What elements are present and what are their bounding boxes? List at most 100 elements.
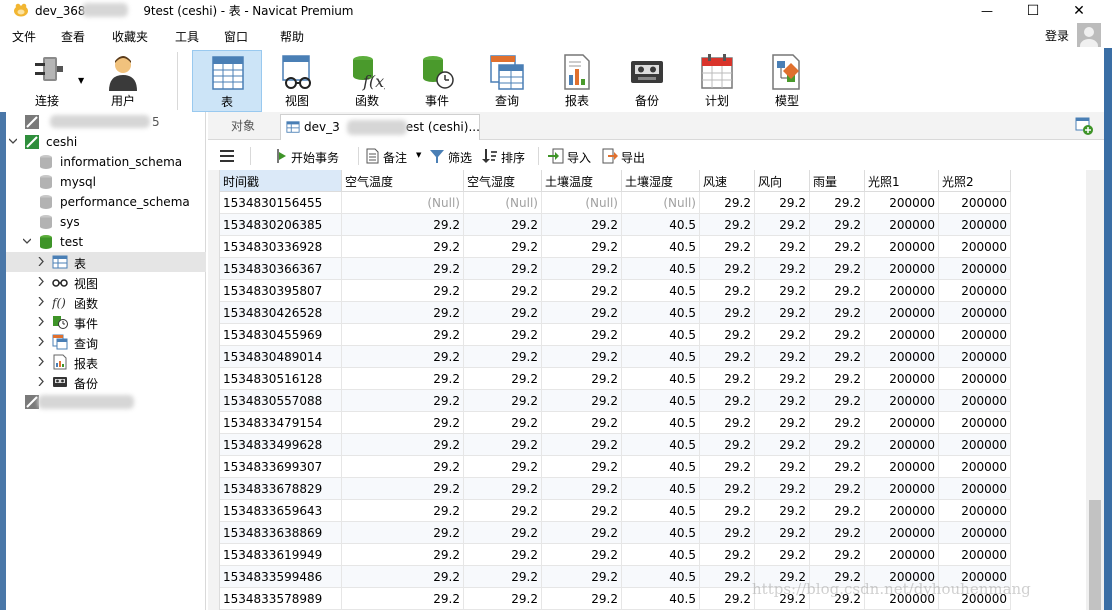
table-cell[interactable]: 40.5 bbox=[622, 544, 700, 566]
table-cell[interactable]: 29.2 bbox=[342, 566, 464, 588]
table-row[interactable]: 1534833599486 29.2 29.2 29.2 40.5 29.2 29.2 29.… bbox=[220, 566, 1011, 588]
table-cell[interactable]: 200000 bbox=[939, 566, 1011, 588]
menu-favorites[interactable]: 收藏夹 bbox=[112, 28, 148, 45]
table-cell[interactable]: 29.2 bbox=[542, 390, 622, 412]
column-header[interactable]: 时间戳 bbox=[220, 170, 342, 192]
table-cell[interactable]: 200000 bbox=[939, 192, 1011, 214]
table-cell[interactable]: 29.2 bbox=[755, 522, 810, 544]
column-header[interactable]: 土壤湿度 bbox=[622, 170, 700, 192]
table-cell[interactable]: 29.2 bbox=[464, 280, 542, 302]
table-cell[interactable]: 29.2 bbox=[464, 324, 542, 346]
table-cell[interactable]: 1534830489014 bbox=[220, 346, 342, 368]
table-cell[interactable]: 29.2 bbox=[755, 258, 810, 280]
table-cell[interactable]: 29.2 bbox=[700, 324, 755, 346]
begin-transaction-button[interactable]: 开始事务 bbox=[272, 147, 352, 165]
table-cell[interactable]: 29.2 bbox=[464, 478, 542, 500]
table-cell[interactable]: 1534830395807 bbox=[220, 280, 342, 302]
table-cell[interactable]: 1534833499628 bbox=[220, 434, 342, 456]
tree-node-queries[interactable]: 查询 bbox=[6, 332, 206, 352]
chevron-right-icon[interactable] bbox=[37, 297, 45, 306]
table-cell[interactable]: (Null) bbox=[464, 192, 542, 214]
table-cell[interactable]: 29.2 bbox=[755, 434, 810, 456]
table-cell[interactable]: 29.2 bbox=[700, 280, 755, 302]
table-cell[interactable]: 29.2 bbox=[464, 346, 542, 368]
tree-node-backups[interactable]: 备份 bbox=[6, 372, 206, 392]
avatar[interactable] bbox=[1077, 23, 1101, 47]
table-cell[interactable]: 1534833578989 bbox=[220, 588, 342, 610]
table-cell[interactable]: 29.2 bbox=[700, 500, 755, 522]
table-cell[interactable]: 200000 bbox=[865, 302, 939, 324]
table-cell[interactable]: 1534830557088 bbox=[220, 390, 342, 412]
table-cell[interactable]: 29.2 bbox=[700, 456, 755, 478]
table-cell[interactable]: 29.2 bbox=[810, 236, 865, 258]
toolbar-table-button[interactable]: 表 bbox=[192, 50, 262, 112]
table-cell[interactable]: 1534830156455 bbox=[220, 192, 342, 214]
table-cell[interactable]: 29.2 bbox=[700, 566, 755, 588]
table-cell[interactable]: 29.2 bbox=[810, 588, 865, 610]
table-cell[interactable]: 29.2 bbox=[700, 588, 755, 610]
table-cell[interactable]: 200000 bbox=[865, 412, 939, 434]
table-row[interactable]: 1534830336928 29.2 29.2 29.2 40.5 29.2 29.2 29.… bbox=[220, 236, 1011, 258]
table-cell[interactable]: 40.5 bbox=[622, 522, 700, 544]
table-cell[interactable]: 29.2 bbox=[464, 456, 542, 478]
table-cell[interactable]: 29.2 bbox=[342, 346, 464, 368]
table-cell[interactable]: 29.2 bbox=[700, 478, 755, 500]
tree-db-test[interactable]: test bbox=[6, 232, 206, 252]
table-cell[interactable]: 29.2 bbox=[810, 566, 865, 588]
tree-db-mysql[interactable]: mysql bbox=[6, 172, 206, 192]
tree-node-views[interactable]: 视图 bbox=[6, 272, 206, 292]
table-cell[interactable]: 200000 bbox=[865, 214, 939, 236]
table-cell[interactable]: 1534833619949 bbox=[220, 544, 342, 566]
table-cell[interactable]: 40.5 bbox=[622, 500, 700, 522]
table-cell[interactable]: 29.2 bbox=[700, 192, 755, 214]
table-cell[interactable]: 200000 bbox=[865, 390, 939, 412]
table-cell[interactable]: 29.2 bbox=[464, 522, 542, 544]
table-cell[interactable]: 40.5 bbox=[622, 324, 700, 346]
table-cell[interactable]: 29.2 bbox=[755, 478, 810, 500]
table-cell[interactable]: 29.2 bbox=[700, 302, 755, 324]
toolbar-user-button[interactable]: 用户 bbox=[88, 50, 158, 112]
table-cell[interactable]: 40.5 bbox=[622, 412, 700, 434]
tree-node-events[interactable]: 事件 bbox=[6, 312, 206, 332]
table-cell[interactable]: 29.2 bbox=[755, 588, 810, 610]
minimize-button[interactable]: — bbox=[964, 0, 1010, 22]
table-cell[interactable]: 40.5 bbox=[622, 236, 700, 258]
import-button[interactable]: 导入 bbox=[548, 147, 596, 165]
table-cell[interactable]: 29.2 bbox=[755, 368, 810, 390]
table-cell[interactable]: 29.2 bbox=[342, 280, 464, 302]
table-cell[interactable]: 29.2 bbox=[464, 368, 542, 390]
table-cell[interactable]: 29.2 bbox=[542, 500, 622, 522]
table-cell[interactable]: 1534833699307 bbox=[220, 456, 342, 478]
table-cell[interactable]: 1534833678829 bbox=[220, 478, 342, 500]
tree-node-functions[interactable]: f() 函数 bbox=[6, 292, 206, 312]
table-row[interactable]: 1534830426528 29.2 29.2 29.2 40.5 29.2 29.2 29.… bbox=[220, 302, 1011, 324]
table-cell[interactable]: 200000 bbox=[865, 456, 939, 478]
table-cell[interactable]: 29.2 bbox=[755, 390, 810, 412]
column-header[interactable]: 光照1 bbox=[865, 170, 939, 192]
table-cell[interactable]: 200000 bbox=[865, 478, 939, 500]
table-cell[interactable]: 29.2 bbox=[810, 324, 865, 346]
table-cell[interactable]: 1534833599486 bbox=[220, 566, 342, 588]
table-cell[interactable]: 29.2 bbox=[755, 324, 810, 346]
hamburger-menu-button[interactable] bbox=[220, 147, 240, 165]
table-cell[interactable]: 200000 bbox=[939, 500, 1011, 522]
table-cell[interactable]: 29.2 bbox=[700, 368, 755, 390]
table-row[interactable]: 1534830366367 29.2 29.2 29.2 40.5 29.2 29.2 29.… bbox=[220, 258, 1011, 280]
toolbar-backup-button[interactable]: 备份 bbox=[612, 50, 682, 112]
column-header[interactable]: 土壤温度 bbox=[542, 170, 622, 192]
table-cell[interactable]: 29.2 bbox=[542, 368, 622, 390]
filter-button[interactable]: 筛选 bbox=[429, 147, 477, 165]
table-cell[interactable]: 29.2 bbox=[464, 390, 542, 412]
tree-connection-hidden[interactable]: 5 bbox=[6, 112, 206, 132]
table-row[interactable]: 1534833499628 29.2 29.2 29.2 40.5 29.2 29.2 29.… bbox=[220, 434, 1011, 456]
table-cell[interactable]: 40.5 bbox=[622, 588, 700, 610]
table-cell[interactable]: 200000 bbox=[865, 522, 939, 544]
menu-tools[interactable]: 工具 bbox=[175, 28, 199, 45]
table-cell[interactable]: 200000 bbox=[939, 544, 1011, 566]
table-cell[interactable]: 29.2 bbox=[342, 588, 464, 610]
table-row[interactable]: 1534833479154 29.2 29.2 29.2 40.5 29.2 29.2 29.… bbox=[220, 412, 1011, 434]
table-cell[interactable]: 200000 bbox=[939, 434, 1011, 456]
table-cell[interactable]: 29.2 bbox=[542, 434, 622, 456]
table-cell[interactable]: 1534830366367 bbox=[220, 258, 342, 280]
toolbar-query-button[interactable]: 查询 bbox=[472, 50, 542, 112]
